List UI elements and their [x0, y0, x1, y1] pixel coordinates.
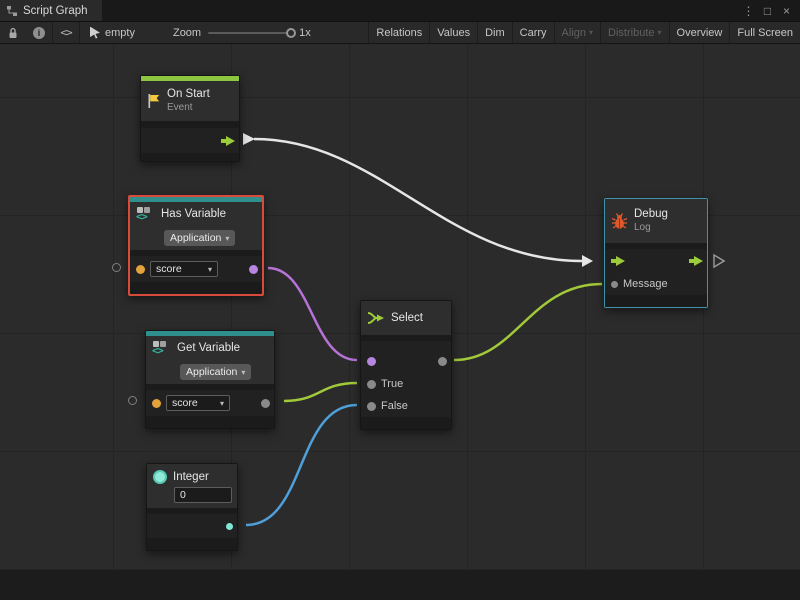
node-subtitle: Event [167, 102, 210, 114]
node-has-variable[interactable]: <> Has Variable Application ▾ score ▾ [128, 195, 264, 296]
selection-status: empty [80, 22, 145, 43]
false-port-label: False [381, 400, 408, 412]
condition-input-port[interactable] [367, 357, 376, 366]
flow-arrowhead-debuglog-in [582, 255, 593, 267]
false-input-port[interactable] [367, 402, 376, 411]
variables-icon: <> [152, 340, 171, 357]
value-output-port[interactable] [261, 399, 270, 408]
distribute-button: Distribute ▾ [600, 22, 668, 43]
node-title: Integer [173, 471, 209, 483]
node-subtitle: Log [634, 222, 668, 234]
dim-button[interactable]: Dim [477, 22, 512, 43]
tab-title: Script Graph [23, 5, 88, 17]
getvariable-unconnected-input-port[interactable] [128, 396, 137, 405]
variable-scope-dropdown[interactable]: Application ▾ [164, 230, 235, 246]
chevron-down-icon: ▾ [220, 399, 224, 408]
relations-button[interactable]: Relations [368, 22, 429, 43]
message-input-port[interactable] [611, 281, 618, 288]
close-icon[interactable]: × [779, 4, 794, 18]
node-get-variable[interactable]: <> Get Variable Application ▾ score ▾ [145, 330, 275, 429]
graph-toolbar: i <> empty Zoom 1x Relations Values Dim … [0, 22, 800, 44]
variable-name-input-port[interactable] [152, 399, 161, 408]
select-icon [367, 311, 385, 325]
zoom-slider[interactable] [208, 32, 292, 34]
flow-arrowhead-onstart-out [243, 133, 255, 145]
bool-output-port[interactable] [249, 265, 258, 274]
title-bar: Script Graph ⋮ □ × [0, 0, 800, 22]
node-title: Has Variable [161, 208, 226, 220]
node-title: Select [391, 312, 423, 324]
chevron-down-icon: ▾ [589, 28, 593, 37]
graph-canvas[interactable]: On Start Event <> [0, 44, 800, 600]
chevron-down-icon: ▾ [241, 368, 245, 377]
chevron-down-icon: ▾ [225, 234, 229, 243]
canvas-boundary [0, 570, 800, 600]
wire-hasvariable-to-select[interactable] [268, 268, 357, 360]
selection-label: empty [105, 27, 135, 39]
node-select[interactable]: Select True False [360, 300, 452, 430]
node-title: Debug [634, 208, 668, 222]
chevron-down-icon: ▾ [208, 265, 212, 274]
tab-script-graph[interactable]: Script Graph [0, 0, 102, 21]
variable-scope-dropdown[interactable]: Application ▾ [180, 364, 251, 380]
flow-arrowhead-debuglog-unconnected [714, 255, 724, 267]
align-button: Align ▾ [554, 22, 600, 43]
full-screen-button[interactable]: Full Screen [729, 22, 800, 43]
flow-output-port[interactable] [221, 136, 235, 146]
variable-name-field[interactable]: score ▾ [166, 395, 230, 411]
selection-output-port[interactable] [438, 357, 447, 366]
values-button[interactable]: Values [429, 22, 477, 43]
node-title: Get Variable [177, 342, 240, 354]
window-controls: ⋮ □ × [741, 0, 800, 21]
menu-kebab-icon[interactable]: ⋮ [741, 4, 756, 18]
wire-select-to-debuglog-message[interactable] [454, 284, 602, 360]
node-debug-log[interactable]: Debug Log Message [604, 198, 708, 308]
overview-button[interactable]: Overview [669, 22, 730, 43]
graph-icon [6, 5, 18, 17]
variable-name-input-port[interactable] [136, 265, 145, 274]
code-icon[interactable]: <> [53, 22, 79, 43]
zoom-label: Zoom [173, 27, 201, 39]
node-on-start[interactable]: On Start Event [140, 75, 240, 162]
variable-name-field[interactable]: score ▾ [150, 261, 218, 277]
pointer-icon [90, 27, 100, 39]
variables-icon: <> [136, 206, 155, 223]
carry-button[interactable]: Carry [512, 22, 554, 43]
true-input-port[interactable] [367, 380, 376, 389]
flow-output-port[interactable] [689, 256, 703, 266]
flag-icon [147, 93, 161, 109]
hasvariable-unconnected-input-port[interactable] [112, 263, 121, 272]
wire-getvariable-to-select-true[interactable] [284, 383, 357, 401]
integer-value-field[interactable]: 0 [174, 487, 232, 503]
chevron-down-icon: ▾ [658, 28, 662, 37]
flow-input-port[interactable] [611, 256, 625, 266]
node-title: On Start [167, 88, 210, 102]
bug-icon [611, 213, 628, 230]
message-port-label: Message [623, 278, 668, 290]
zoom-control: Zoom 1x [173, 27, 311, 39]
zoom-value: 1x [299, 27, 311, 39]
lock-icon[interactable] [0, 22, 26, 43]
true-port-label: True [381, 378, 403, 390]
maximize-icon[interactable]: □ [760, 4, 775, 18]
zoom-slider-handle[interactable] [286, 28, 296, 38]
info-icon[interactable]: i [26, 22, 52, 43]
wire-onstart-to-debuglog[interactable] [254, 139, 582, 261]
integer-icon [153, 470, 167, 484]
script-graph-window: Script Graph ⋮ □ × i <> empty Zoom [0, 0, 800, 600]
integer-output-port[interactable] [226, 523, 233, 530]
node-integer[interactable]: Integer 0 [146, 463, 238, 551]
